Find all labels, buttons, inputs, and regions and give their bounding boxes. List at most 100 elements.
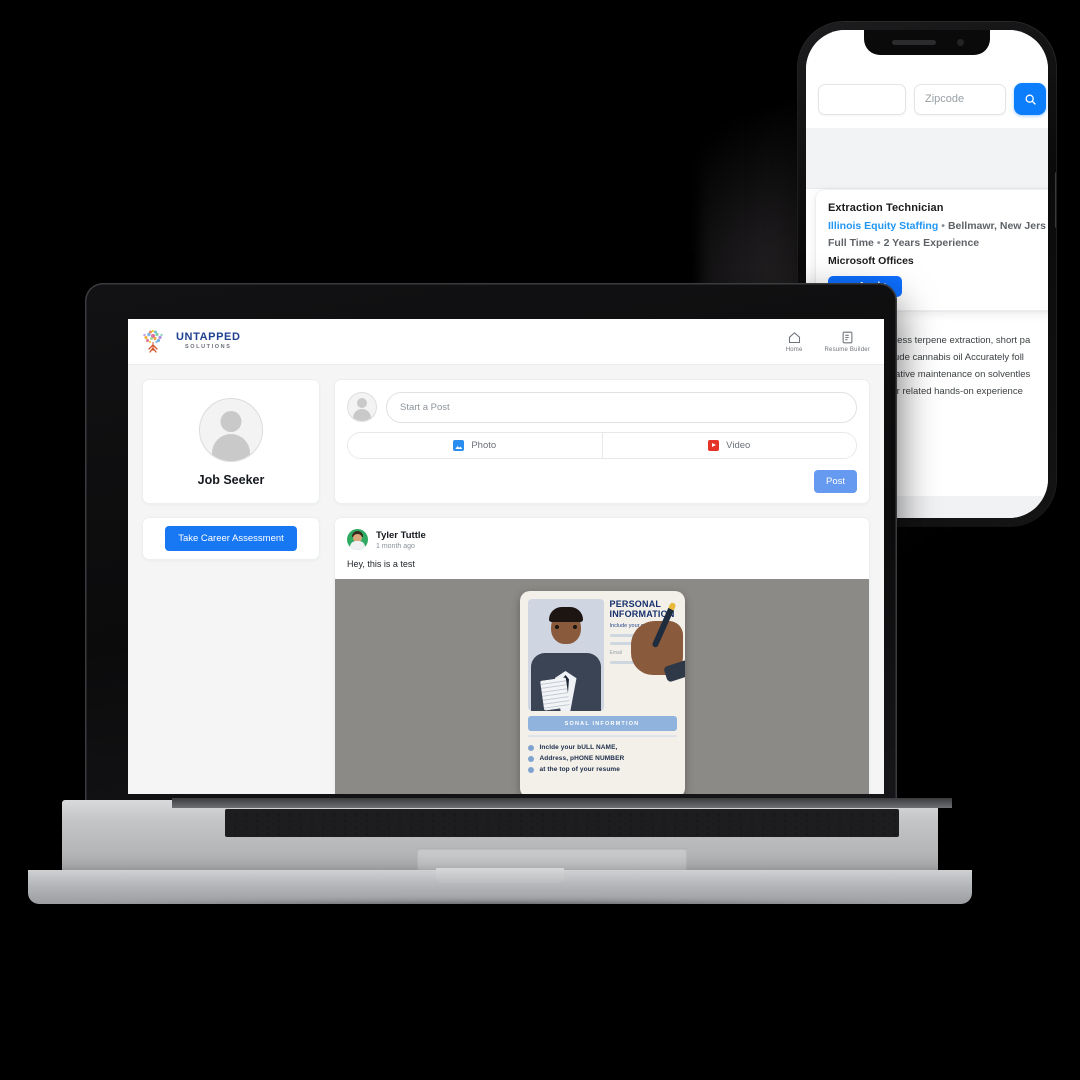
post-composer: Start a Post Photo Video Post bbox=[334, 379, 870, 504]
person-eye-left bbox=[554, 625, 559, 629]
app-body: Job Seeker Take Career Assessment Start … bbox=[128, 365, 884, 794]
post-author-avatar[interactable] bbox=[347, 529, 368, 550]
brand-text: UNTAPPED SOLUTIONS bbox=[176, 332, 241, 351]
illustration-bullets: Inclde your bULL NAME, Address, pHONE NU… bbox=[527, 744, 677, 773]
photo-label: Photo bbox=[471, 440, 497, 451]
bullet-text: Inclde your bULL NAME, bbox=[539, 744, 618, 751]
avatar-head bbox=[357, 398, 367, 408]
laptop-keyboard[interactable] bbox=[225, 809, 899, 837]
person-hair bbox=[548, 607, 583, 622]
nav-item-resume-builder[interactable]: Resume Builder bbox=[825, 330, 871, 353]
feed-post: Tyler Tuttle 1 month ago Hey, this is a … bbox=[334, 517, 870, 794]
illustration-hand bbox=[630, 621, 685, 683]
laptop-device: UNTAPPED SOLUTIONS Home Resume Builder J… bbox=[0, 283, 1000, 914]
bullet-text: Address, pHONE NUMBER bbox=[539, 755, 625, 762]
post-body: Hey, this is a test bbox=[347, 559, 415, 569]
job-type-experience: Full Time • 2 Years Experience bbox=[828, 237, 1048, 249]
meta-separator: • bbox=[941, 220, 945, 232]
add-photo-button[interactable]: Photo bbox=[348, 433, 602, 458]
post-timestamp: 1 month ago bbox=[376, 542, 415, 550]
laptop-hinge bbox=[172, 798, 952, 808]
start-a-post-input[interactable]: Start a Post bbox=[386, 392, 857, 423]
job-company[interactable]: Illinois Equity Staffing bbox=[828, 220, 938, 232]
nav-label-resume-builder: Resume Builder bbox=[824, 347, 870, 353]
tree-logo-icon bbox=[143, 329, 163, 353]
job-location: Bellmawr, New Jers bbox=[947, 220, 1046, 232]
illustration-cuff bbox=[662, 659, 685, 683]
search-button[interactable] bbox=[1014, 83, 1046, 115]
illustration-bullet: at the top of your resume bbox=[527, 766, 677, 773]
illustration-band-text: SONAL INFORMTION bbox=[564, 720, 640, 727]
laptop-base bbox=[0, 798, 1000, 914]
zipcode-input[interactable]: Zipcode bbox=[914, 83, 1006, 115]
home-icon bbox=[788, 332, 800, 344]
avatar-body bbox=[212, 434, 250, 461]
profile-card: Job Seeker bbox=[142, 379, 320, 504]
resume-tips-illustration: PERSONAL INFORMATION Include your name E… bbox=[519, 591, 685, 794]
phone-side-button[interactable] bbox=[1055, 172, 1056, 228]
laptop-deck bbox=[62, 798, 952, 878]
illustration-top: PERSONAL INFORMATION Include your name E… bbox=[527, 599, 685, 711]
nav-item-home[interactable]: Home bbox=[786, 330, 803, 353]
image-icon bbox=[453, 440, 465, 451]
job-skill: Microsoft Offices bbox=[828, 255, 914, 267]
add-video-button[interactable]: Video bbox=[601, 433, 856, 458]
post-actions: Post bbox=[347, 470, 857, 493]
phone-notch bbox=[864, 30, 990, 55]
app-header: UNTAPPED SOLUTIONS Home Resume Builder bbox=[128, 319, 884, 365]
job-search-bar: Zipcode bbox=[806, 70, 1048, 128]
user-avatar-icon bbox=[199, 398, 263, 462]
illustration-bullet: Inclde your bULL NAME, bbox=[527, 744, 677, 751]
laptop-ground-shadow bbox=[60, 900, 940, 914]
illustration-band: SONAL INFORMTION bbox=[527, 716, 677, 731]
app-nav: Home Resume Builder bbox=[786, 330, 870, 353]
illustration-form: PERSONAL INFORMATION Include your name E… bbox=[609, 599, 685, 711]
illustration-bullet: Address, pHONE NUMBER bbox=[527, 755, 677, 762]
post-author-name[interactable]: Tyler Tuttle bbox=[376, 530, 426, 541]
post-button[interactable]: Post bbox=[813, 470, 857, 493]
bullet-dot-icon bbox=[527, 744, 534, 751]
post-header: Tyler Tuttle 1 month ago bbox=[335, 518, 869, 550]
scene: Zipcode Extraction Technician Illinois E… bbox=[0, 0, 1080, 1080]
brand-subtitle: SOLUTIONS bbox=[185, 344, 232, 351]
video-label: Video bbox=[726, 440, 751, 451]
post-image[interactable]: PERSONAL INFORMATION Include your name E… bbox=[335, 579, 869, 794]
avatar-head bbox=[220, 411, 242, 432]
brand-name: UNTAPPED bbox=[176, 331, 241, 344]
job-company-location: Illinois Equity Staffing • Bellmawr, New J… bbox=[828, 220, 1048, 232]
take-career-assessment-button[interactable]: Take Career Assessment bbox=[165, 526, 297, 551]
keyword-input[interactable] bbox=[818, 83, 906, 115]
search-icon bbox=[1025, 94, 1036, 105]
nav-label-home: Home bbox=[785, 347, 803, 353]
laptop-lid-grip bbox=[436, 868, 564, 883]
media-buttons: Photo Video bbox=[347, 432, 857, 459]
avatar-shirt bbox=[350, 541, 365, 550]
phone-filter-strip bbox=[806, 128, 1048, 189]
post-author-block: Tyler Tuttle 1 month ago bbox=[376, 530, 426, 550]
bullet-dot-icon bbox=[527, 766, 534, 773]
job-experience: 2 Years Experience bbox=[883, 237, 980, 249]
bullet-text: at the top of your resume bbox=[539, 766, 621, 773]
job-employment-type: Full Time bbox=[828, 237, 874, 249]
document-icon bbox=[842, 331, 853, 344]
laptop-screen: UNTAPPED SOLUTIONS Home Resume Builder J… bbox=[128, 319, 884, 794]
brand-logo[interactable]: UNTAPPED SOLUTIONS bbox=[138, 327, 241, 357]
feed-column: Start a Post Photo Video Post Tyler Tutt… bbox=[334, 379, 870, 794]
composer-avatar-icon bbox=[347, 392, 377, 422]
avatar-body bbox=[353, 409, 371, 421]
video-play-icon bbox=[708, 440, 720, 451]
profile-name: Job Seeker bbox=[197, 473, 265, 487]
illustration-title-line1: PERSONAL bbox=[609, 599, 662, 609]
phone-speaker bbox=[892, 40, 936, 45]
illustration-rule bbox=[527, 735, 677, 737]
person-resume-paper bbox=[539, 677, 570, 711]
meta-separator-2: • bbox=[876, 237, 881, 249]
job-title: Extraction Technician bbox=[828, 202, 944, 214]
illustration-person bbox=[527, 599, 604, 711]
composer-row: Start a Post bbox=[347, 392, 857, 423]
person-eye-right bbox=[572, 625, 577, 629]
bullet-dot-icon bbox=[527, 755, 534, 762]
sidebar-column: Job Seeker Take Career Assessment bbox=[142, 379, 320, 794]
assessment-card: Take Career Assessment bbox=[142, 517, 320, 560]
phone-camera bbox=[957, 39, 964, 46]
